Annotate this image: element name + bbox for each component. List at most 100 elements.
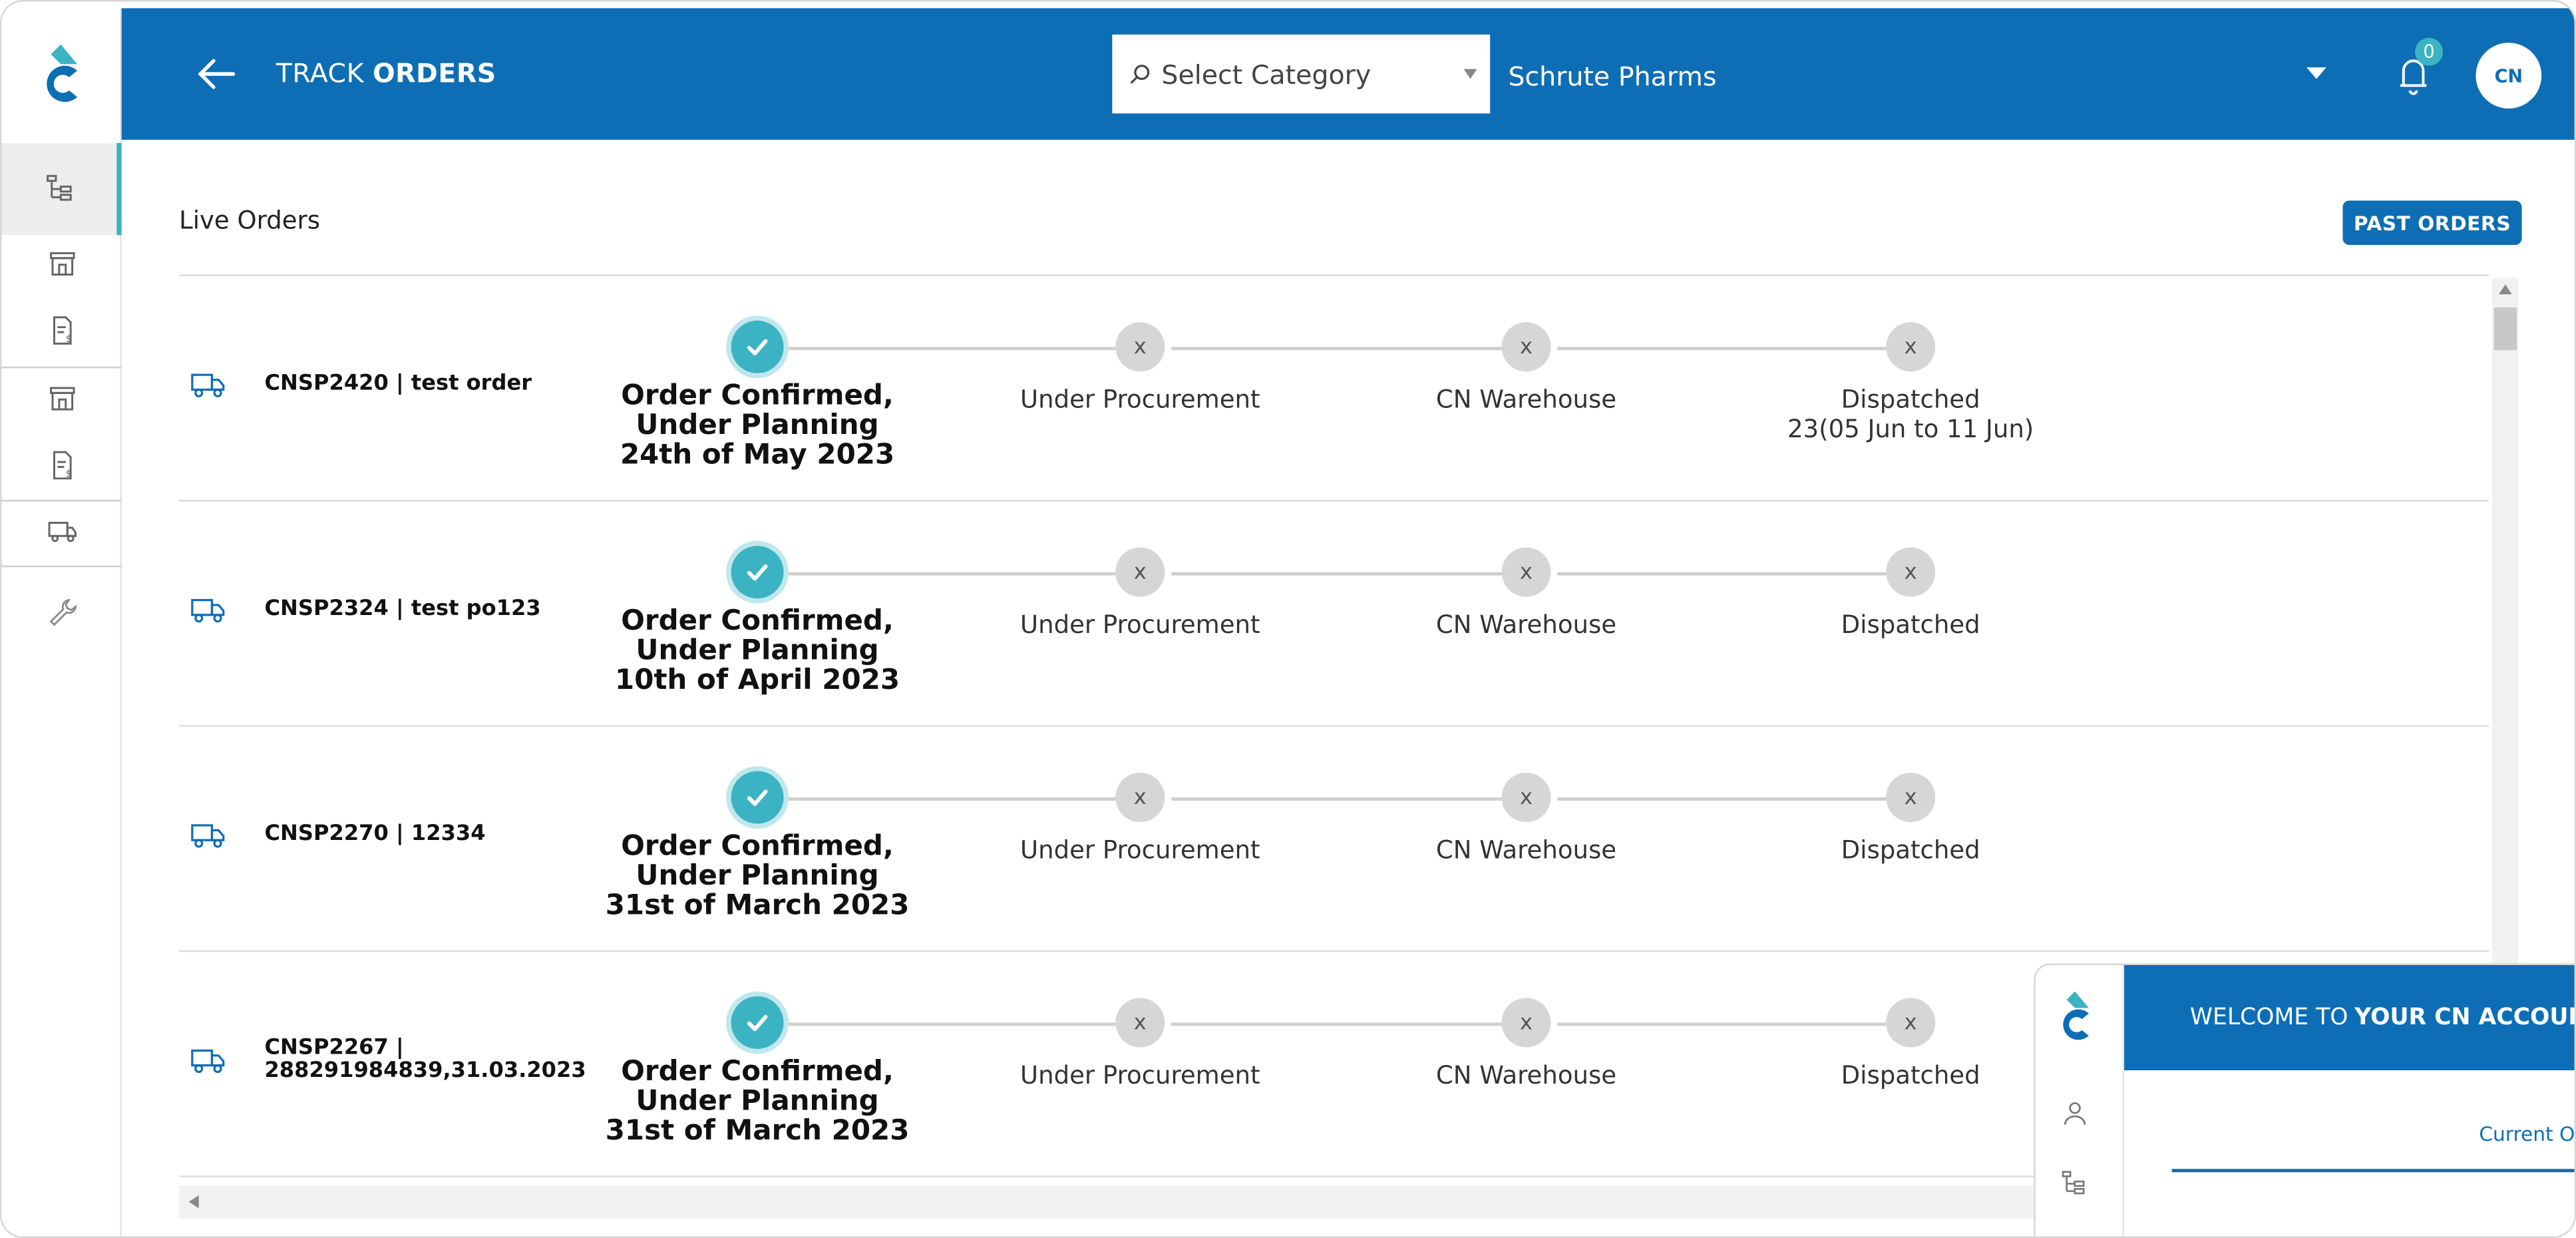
stage: $ $ TRACK ORDERS Select Category Schrute… [0,0,2576,1238]
step-date: 31st of March 2023 [605,1114,910,1148]
pending-step-icon: x [1115,772,1165,823]
notification-badge: 0 [2415,37,2444,66]
sidebar-item-invoices[interactable]: $ [1,298,121,363]
order-step: Order Confirmed, Under Planning 24th of M… [577,315,938,470]
sidebar: $ $ [1,8,122,1237]
sidebar-item-settings[interactable] [1,580,121,646]
order-step: x CN Warehouse [1346,991,1707,1090]
order-step: x Under Procurement [960,315,1321,414]
check-circle-icon [726,315,789,379]
step-label: Under Procurement [1020,835,1260,865]
order-step: x CN Warehouse [1346,766,1707,865]
sidebar-item-store[interactable] [1,232,121,298]
sidebar-item-orders[interactable] [1,142,122,236]
step-label: CN Warehouse [1435,835,1617,865]
popup-header: WELCOME TOYOUR CN ACCOUNT [2124,964,2575,1071]
sidebar-item-invoices-2[interactable]: $ [1,433,121,499]
search-icon [1130,65,1150,84]
past-orders-button[interactable]: PAST ORDERS [2342,200,2522,246]
step-label: Under Procurement [1020,610,1260,640]
top-header: TRACK ORDERS Select Category Schrute Pha… [121,8,2575,140]
pending-step-icon: x [1886,772,1936,823]
sidebar-divider [1,565,122,568]
order-row[interactable]: CNSP2270 | 12334 Order Confirmed, Under P… [179,727,2489,952]
popup-sidebar [2035,964,2125,1237]
invoice-icon: $ [52,451,71,479]
order-row[interactable]: CNSP2324 | test po123 Order Confirmed, Un… [179,501,2489,727]
step-date: 10th of April 2023 [615,664,900,698]
order-step: x Under Procurement [960,541,1321,640]
pending-step-icon: x [1115,547,1165,597]
pending-step-icon: x [1501,998,1551,1048]
order-id[interactable]: CNSP2267 | 288291984839,31.03.2023 [264,1036,586,1084]
check-circle-icon [726,991,789,1054]
step-date: 24th of May 2023 [620,439,895,472]
sidebar-item-store-2[interactable] [1,367,121,433]
svg-text:$: $ [65,333,71,345]
pending-step-icon: x [1115,322,1165,372]
svg-text:$: $ [65,468,71,479]
app-window: $ $ TRACK ORDERS Select Category Schrute… [0,0,2576,1238]
order-step: x Under Procurement [960,991,1321,1090]
order-step: x Dispatched 23(05 Jun to 11 Jun) [1730,315,2092,444]
check-icon [747,564,768,581]
scroll-thumb[interactable] [2493,307,2517,351]
truck-icon [191,824,225,848]
truck-icon [47,522,76,542]
order-row[interactable]: CNSP2420 | test order Order Confirmed, Un… [179,276,2489,502]
order-step: x CN Warehouse [1346,541,1707,640]
store-icon [49,252,75,276]
order-id[interactable]: CNSP2420 | test order [264,372,593,397]
popup-tab-current-orders[interactable]: Current Orc [2479,1123,2574,1146]
user-icon[interactable] [2062,1100,2088,1126]
welcome-popup: WELCOME TOYOUR CN ACCOUNT Current Orc [2034,963,2575,1237]
hierarchy-icon[interactable] [2058,1169,2088,1198]
step-label: Under Procurement [1020,1060,1260,1090]
category-select[interactable]: Select Category [1112,34,1491,114]
invoice-icon: $ [52,316,71,345]
check-circle-icon [726,540,789,604]
brand-logo [2063,991,2089,1040]
check-icon [747,339,768,356]
hierarchy-icon [47,174,72,201]
order-id[interactable]: CNSP2270 | 12334 [264,823,593,847]
scroll-up-icon[interactable] [2498,284,2512,295]
step-label: Order Confirmed, Under Planning [621,1055,894,1118]
wrench-icon [49,599,76,626]
category-placeholder: Select Category [1161,58,1372,90]
step-label: Under Procurement [1020,385,1260,415]
order-step: x Dispatched [1730,766,2092,865]
avatar[interactable]: CN [2476,43,2542,109]
pending-step-icon: x [1115,998,1165,1048]
page-title-bold: ORDERS [373,57,496,89]
step-label: CN Warehouse [1435,385,1617,415]
section-title: Live Orders [179,205,321,236]
pending-step-icon: x [1886,547,1936,597]
check-icon [747,1014,768,1032]
order-step: Order Confirmed, Under Planning 31st of M… [577,991,938,1148]
popup-welcome-prefix: WELCOME TO [2189,1004,2348,1031]
store-icon [49,387,75,411]
step-label: Dispatched [1841,835,1980,865]
chevron-down-icon [1463,69,1477,79]
pending-step-icon: x [1886,322,1936,372]
truck-icon [191,1049,225,1074]
popup-welcome-bold: YOUR CN ACCOUNT [2354,1004,2574,1031]
pending-step-icon: x [1886,998,1936,1048]
order-step: Order Confirmed, Under Planning 10th of A… [577,540,938,698]
step-label: Order Confirmed, Under Planning [621,604,894,668]
step-label: CN Warehouse [1435,610,1617,640]
scroll-left-icon[interactable] [188,1195,199,1209]
company-name[interactable]: Schrute Pharms [1508,61,1716,92]
truck-icon [191,373,225,397]
step-label: CN Warehouse [1435,1060,1617,1090]
order-id[interactable]: CNSP2324 | test po123 [264,598,593,622]
brand-logo[interactable] [38,44,84,107]
sidebar-item-shipments[interactable] [1,498,121,564]
step-label: Order Confirmed, Under Planning [621,379,894,443]
back-arrow-icon[interactable] [196,55,238,94]
check-icon [747,789,768,806]
popup-tab-underline [2171,1169,2575,1173]
company-dropdown-icon[interactable] [2306,67,2326,79]
order-step: Order Confirmed, Under Planning 31st of M… [577,766,938,921]
